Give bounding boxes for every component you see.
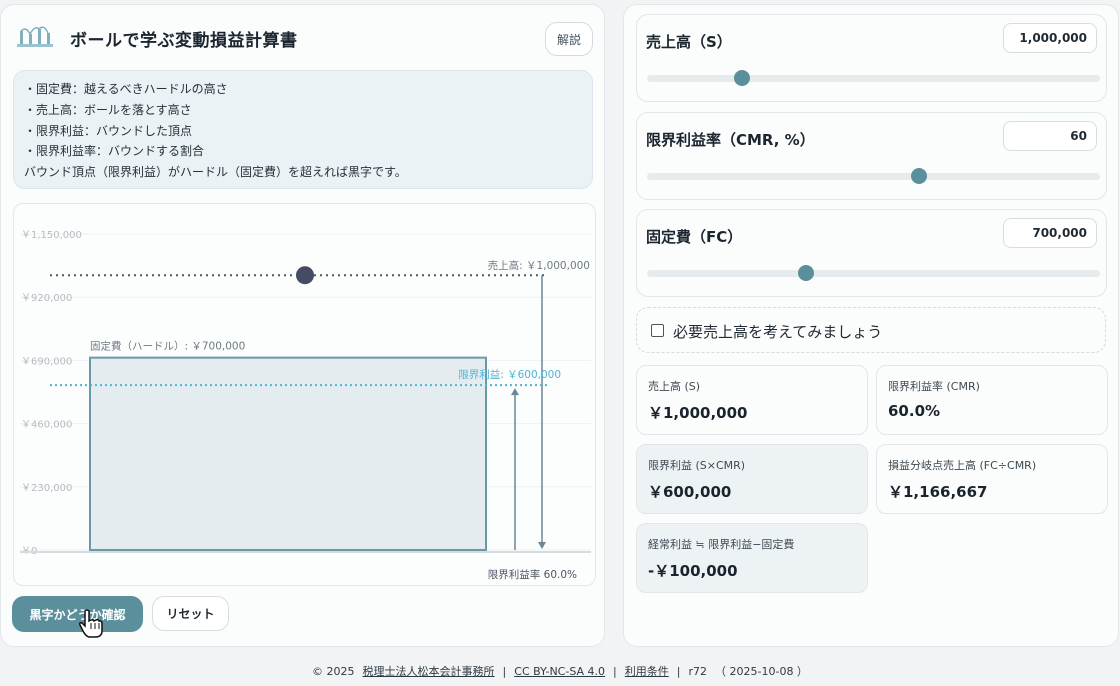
- help-button[interactable]: 解説: [545, 22, 593, 56]
- stat-cmr: 限界利益率 (CMR) 60.0%: [876, 365, 1108, 435]
- marginal-profit-label: 限界利益: ￥600,000: [458, 368, 561, 381]
- footer-firm-link[interactable]: 税理士法人松本会計事務所: [363, 665, 495, 678]
- info-line: ・限界利益：バウンドした頂点: [24, 123, 193, 138]
- stat-value: ￥1,000,000: [648, 404, 748, 422]
- fc-slider-thumb[interactable]: [797, 265, 814, 281]
- cmr-label: 限界利益率（CMR, %）: [646, 131, 815, 149]
- footer-license-link[interactable]: CC BY-NC-SA 4.0: [514, 665, 605, 678]
- logo-icon: [17, 26, 53, 47]
- sales-label: 売上高（S）: [646, 33, 732, 51]
- stat-label: 限界利益 (S×CMR): [648, 459, 746, 472]
- sales-arrow-head: [538, 542, 546, 549]
- info-line: ・売上高：ボールを落とす高さ: [24, 102, 192, 117]
- reset-button[interactable]: リセット: [152, 596, 229, 631]
- stat-marginal-profit: 限界利益 (S×CMR) ￥600,000: [636, 444, 868, 514]
- required-sales-toggle[interactable]: 必要売上高を考えてみましょう: [636, 307, 1106, 353]
- fc-slider-card: 固定費（FC） 700,000: [636, 209, 1107, 297]
- sales-label: 売上高: ￥1,000,000: [488, 259, 590, 272]
- sales-input[interactable]: 1,000,000: [1003, 23, 1097, 53]
- stat-value: -￥100,000: [648, 562, 738, 580]
- footer-copyright: © 2025: [312, 665, 355, 678]
- chart-area: ￥1,150,000 ￥920,000 ￥690,000 ￥460,000 ￥230,0…: [13, 203, 596, 586]
- fc-input[interactable]: 700,000: [1003, 218, 1097, 248]
- footer-separator: |: [676, 665, 681, 678]
- sales-slider-card: 売上高（S） 1,000,000: [636, 14, 1107, 102]
- cmr-slider-card: 限界利益率（CMR, %） 60: [636, 112, 1107, 200]
- footer: © 2025 税理士法人松本会計事務所 | CC BY-NC-SA 4.0 | 利用条件 |…: [0, 663, 1120, 679]
- stat-value: ￥1,166,667: [888, 483, 988, 501]
- footer-separator: |: [502, 665, 507, 678]
- required-sales-label: 必要売上高を考えてみましょう: [673, 323, 883, 341]
- footer-date: （ 2025-10-08 ）: [715, 665, 808, 678]
- stat-label: 売上高 (S): [648, 380, 701, 393]
- cmr-label: 限界利益率 60.0%: [488, 568, 577, 581]
- fc-slider-track[interactable]: [647, 270, 1100, 277]
- stat-label: 経常利益 ≒ 限界利益−固定費: [648, 538, 795, 551]
- hand-cursor-icon: [79, 609, 103, 638]
- y-tick-label: ￥230,000: [21, 483, 72, 494]
- stat-sales: 売上高 (S) ￥1,000,000: [636, 365, 868, 435]
- fixed-cost-hurdle: [89, 356, 487, 551]
- ball: [296, 266, 314, 285]
- y-tick-label: ￥690,000: [21, 356, 72, 367]
- footer-revision: r72: [688, 665, 708, 678]
- required-sales-checkbox[interactable]: [651, 324, 664, 337]
- stat-value: ￥600,000: [648, 483, 732, 501]
- info-line: ・限界利益率：バウンドする割合: [24, 144, 205, 159]
- footer-separator: |: [613, 665, 617, 678]
- info-box: ・固定費：越えるべきハードルの高さ ・売上高：ボールを落とす高さ ・限界利益：バ…: [13, 70, 593, 189]
- sales-slider-thumb[interactable]: [734, 70, 751, 86]
- page-title: ボールで学ぶ変動損益計算書: [70, 31, 298, 51]
- stat-label: 限界利益率 (CMR): [888, 380, 980, 393]
- footer-terms-link[interactable]: 利用条件: [625, 665, 669, 678]
- stat-ordinary-profit: 経常利益 ≒ 限界利益−固定費 -￥100,000: [636, 523, 868, 593]
- cmr-input[interactable]: 60: [1003, 121, 1097, 151]
- cmr-slider-thumb[interactable]: [910, 168, 927, 184]
- y-tick-label: ￥460,000: [21, 420, 72, 431]
- bounce-arrow-head: [511, 388, 519, 396]
- sales-slider-track[interactable]: [647, 75, 1100, 82]
- stat-break-even: 損益分岐点売上高 (FC÷CMR) ￥1,166,667: [876, 444, 1108, 514]
- stat-value: 60.0%: [888, 402, 941, 420]
- cmr-slider-track[interactable]: [647, 173, 1100, 180]
- y-tick-label: ￥1,150,000: [21, 230, 82, 241]
- stat-label: 損益分岐点売上高 (FC÷CMR): [888, 459, 1037, 472]
- fixed-cost-label: 固定費（ハードル）: ￥700,000: [90, 340, 245, 353]
- chart-svg: ￥1,150,000 ￥920,000 ￥690,000 ￥460,000 ￥230,0…: [20, 230, 591, 581]
- info-line: ・固定費：越えるべきハードルの高さ: [24, 82, 228, 96]
- fc-label: 固定費（FC）: [646, 228, 743, 246]
- info-line: バウンド頂点（限界利益）がハードル（固定費）を超えれば黒字です。: [24, 165, 407, 180]
- y-tick-label: ￥920,000: [21, 293, 72, 304]
